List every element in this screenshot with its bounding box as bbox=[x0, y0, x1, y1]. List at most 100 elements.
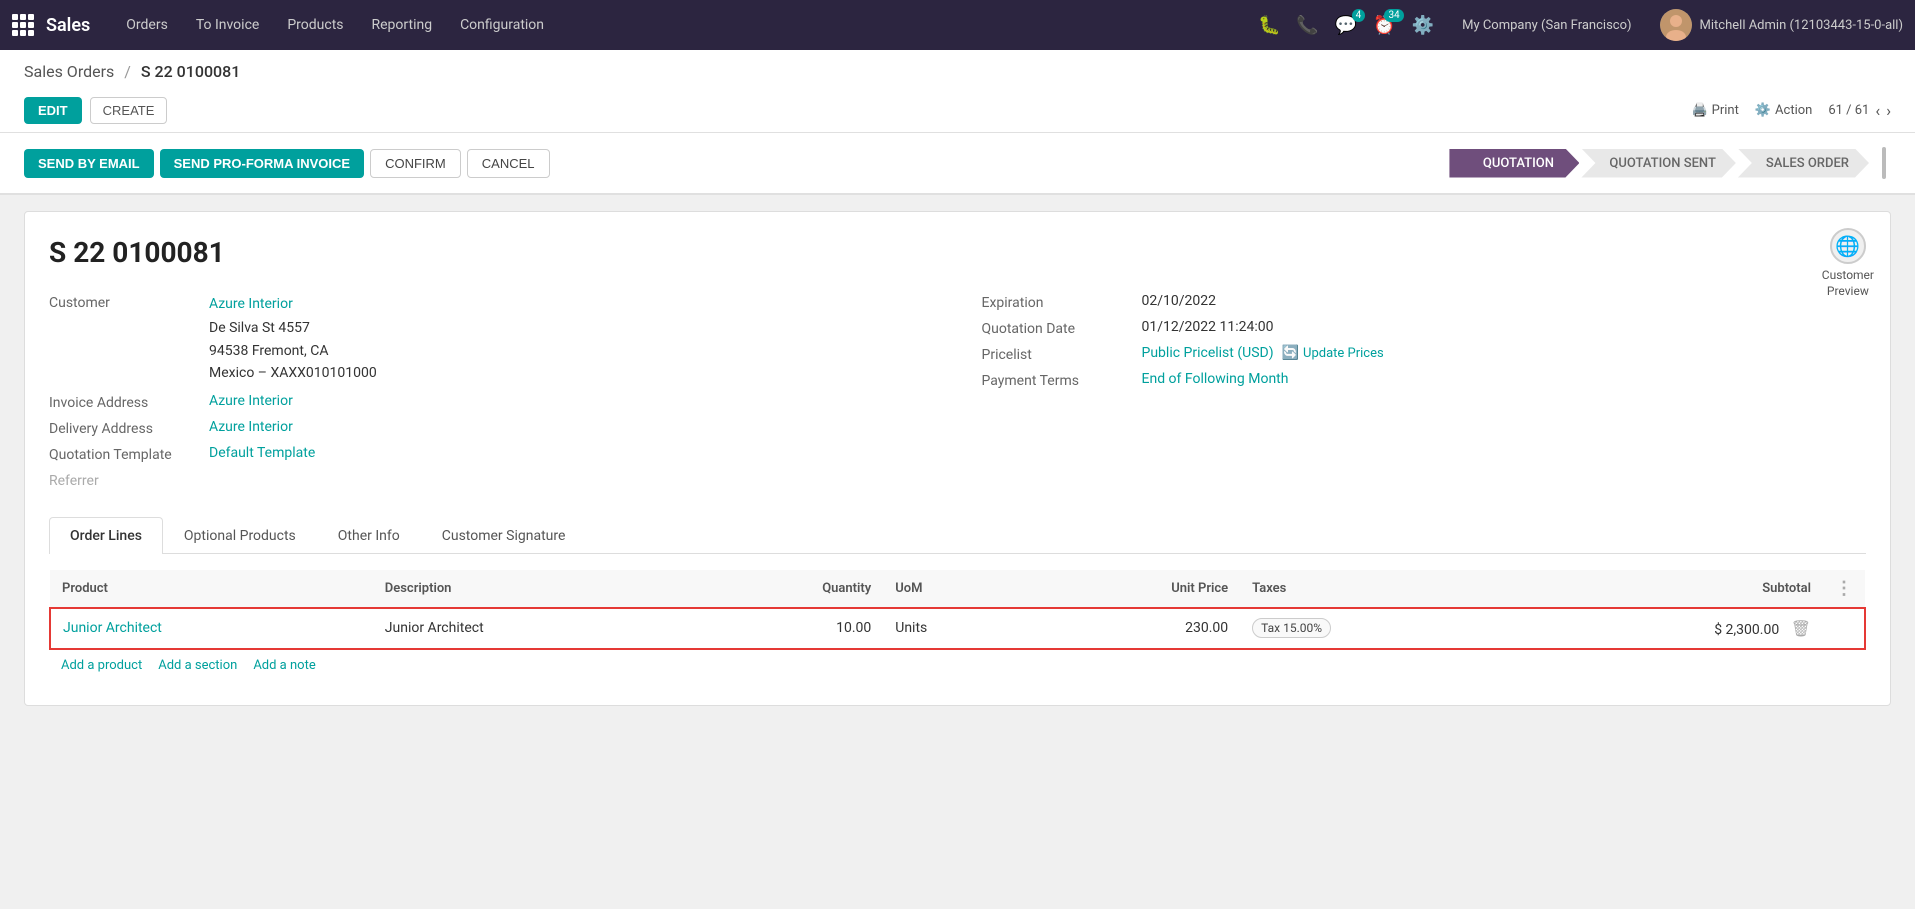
quotation-template-label: Quotation Template bbox=[49, 445, 209, 463]
main-content: 🌐 CustomerPreview S 22 0100081 Customer … bbox=[0, 195, 1915, 722]
document-number: S 22 0100081 bbox=[49, 236, 1866, 269]
col-actions: ⋮ bbox=[1823, 570, 1865, 608]
quotation-template-value[interactable]: Default Template bbox=[209, 445, 315, 461]
nav-orders[interactable]: Orders bbox=[114, 0, 180, 50]
row-description: Junior Architect bbox=[373, 608, 693, 649]
delivery-address-value[interactable]: Azure Interior bbox=[209, 419, 293, 435]
customer-addr3: Mexico – XAXX010101000 bbox=[209, 365, 377, 381]
invoice-address-value[interactable]: Azure Interior bbox=[209, 393, 293, 409]
table-row: Junior Architect Junior Architect 10.00 … bbox=[50, 608, 1865, 649]
update-prices-button[interactable]: 🔄 Update Prices bbox=[1282, 345, 1384, 361]
activity-icon[interactable]: ⏰ 34 bbox=[1373, 15, 1395, 36]
customer-address: Azure Interior De Silva St 4557 94538 Fr… bbox=[209, 293, 377, 385]
app-name[interactable]: Sales bbox=[46, 15, 90, 36]
create-button[interactable]: CREATE bbox=[90, 97, 168, 124]
print-button[interactable]: 🖨️ Print bbox=[1691, 103, 1738, 118]
nav-configuration[interactable]: Configuration bbox=[448, 0, 556, 50]
tab-order-lines[interactable]: Order Lines bbox=[49, 517, 163, 554]
col-subtotal: Subtotal bbox=[1508, 570, 1823, 608]
next-page-arrow[interactable]: › bbox=[1886, 101, 1891, 120]
payment-terms-value[interactable]: End of Following Month bbox=[1142, 371, 1289, 387]
top-navigation: Sales Orders To Invoice Products Reporti… bbox=[0, 0, 1915, 50]
tabs-row: Order Lines Optional Products Other Info… bbox=[49, 517, 1866, 554]
invoice-address-field: Invoice Address Azure Interior bbox=[49, 393, 934, 411]
phone-icon[interactable]: 📞 bbox=[1296, 15, 1318, 36]
preview-globe-icon: 🌐 bbox=[1830, 228, 1866, 264]
pricelist-value[interactable]: Public Pricelist (USD) bbox=[1142, 345, 1274, 361]
customer-name-link[interactable]: Azure Interior bbox=[209, 293, 377, 315]
col-quantity: Quantity bbox=[693, 570, 883, 608]
quotation-template-field: Quotation Template Default Template bbox=[49, 445, 934, 463]
prev-page-arrow[interactable]: ‹ bbox=[1875, 101, 1880, 120]
add-note-link[interactable]: Add a note bbox=[253, 658, 315, 673]
send-pro-forma-button[interactable]: SEND PRO-FORMA INVOICE bbox=[160, 149, 364, 178]
app-grid-icon[interactable] bbox=[12, 14, 34, 36]
cancel-button[interactable]: CANCEL bbox=[467, 149, 550, 178]
debug-icon[interactable]: 🐛 bbox=[1258, 15, 1280, 36]
row-uom: Units bbox=[883, 608, 1029, 649]
breadcrumb-bar: Sales Orders / S 22 0100081 EDIT CREATE … bbox=[0, 50, 1915, 133]
order-lines-table: Product Description Quantity UoM Unit Pr… bbox=[49, 570, 1866, 650]
add-section-link[interactable]: Add a section bbox=[158, 658, 237, 673]
tab-customer-signature[interactable]: Customer Signature bbox=[421, 517, 587, 554]
breadcrumb-parent[interactable]: Sales Orders bbox=[24, 62, 114, 81]
send-email-button[interactable]: SEND BY EMAIL bbox=[24, 149, 154, 178]
chat-icon[interactable]: 💬 4 bbox=[1335, 15, 1357, 36]
row-quantity: 10.00 bbox=[693, 608, 883, 649]
column-menu-icon[interactable]: ⋮ bbox=[1835, 578, 1853, 599]
row-actions bbox=[1823, 608, 1865, 649]
pricelist-field: Pricelist Public Pricelist (USD) 🔄 Updat… bbox=[982, 345, 1867, 363]
form-grid: Customer Azure Interior De Silva St 4557… bbox=[49, 293, 1866, 497]
delivery-address-label: Delivery Address bbox=[49, 419, 209, 437]
quotation-date-field: Quotation Date 01/12/2022 11:24:00 bbox=[982, 319, 1867, 337]
form-right: Expiration 02/10/2022 Quotation Date 01/… bbox=[982, 293, 1867, 497]
nav-reporting[interactable]: Reporting bbox=[360, 0, 445, 50]
product-link[interactable]: Junior Architect bbox=[63, 620, 162, 636]
user-menu[interactable]: Mitchell Admin (12103443-15-0-all) bbox=[1660, 9, 1903, 41]
customer-field: Customer Azure Interior De Silva St 4557… bbox=[49, 293, 934, 385]
company-name[interactable]: My Company (San Francisco) bbox=[1450, 18, 1643, 33]
payment-terms-field: Payment Terms End of Following Month bbox=[982, 371, 1867, 389]
customer-addr1: De Silva St 4557 bbox=[209, 320, 310, 336]
user-name: Mitchell Admin (12103443-15-0-all) bbox=[1700, 18, 1903, 33]
col-unit-price: Unit Price bbox=[1029, 570, 1240, 608]
add-product-link[interactable]: Add a product bbox=[61, 658, 142, 673]
row-taxes: Tax 15.00% bbox=[1240, 608, 1508, 649]
settings-icon[interactable]: ⚙️ bbox=[1412, 15, 1434, 36]
tab-other-info[interactable]: Other Info bbox=[317, 517, 421, 554]
row-unit-price: 230.00 bbox=[1029, 608, 1240, 649]
row-product: Junior Architect bbox=[50, 608, 373, 649]
confirm-button[interactable]: CONFIRM bbox=[370, 149, 461, 178]
status-pipeline: QUOTATION QUOTATION SENT SALES ORDER bbox=[1449, 149, 1871, 178]
delete-row-icon[interactable]: 🗑 bbox=[1791, 619, 1811, 638]
nav-products[interactable]: Products bbox=[275, 0, 355, 50]
customer-preview-label: CustomerPreview bbox=[1822, 268, 1874, 299]
pricelist-label: Pricelist bbox=[982, 345, 1142, 363]
payment-terms-label: Payment Terms bbox=[982, 371, 1142, 389]
status-step-sales-order[interactable]: SALES ORDER bbox=[1738, 149, 1869, 178]
action-button[interactable]: ⚙️ Action bbox=[1755, 103, 1812, 118]
document-card: 🌐 CustomerPreview S 22 0100081 Customer … bbox=[24, 211, 1891, 706]
nav-to-invoice[interactable]: To Invoice bbox=[184, 0, 272, 50]
delivery-address-field: Delivery Address Azure Interior bbox=[49, 419, 934, 437]
refresh-icon: 🔄 bbox=[1282, 345, 1299, 361]
pagination: 61 / 61 ‹ › bbox=[1828, 101, 1891, 120]
expiration-value: 02/10/2022 bbox=[1142, 293, 1217, 309]
status-step-quotation-sent[interactable]: QUOTATION SENT bbox=[1581, 149, 1735, 178]
status-step-quotation[interactable]: QUOTATION bbox=[1449, 149, 1579, 178]
quotation-date-value: 01/12/2022 11:24:00 bbox=[1142, 319, 1274, 335]
quotation-date-label: Quotation Date bbox=[982, 319, 1142, 337]
col-taxes: Taxes bbox=[1240, 570, 1508, 608]
action-bar: EDIT CREATE 🖨️ Print ⚙️ Action 61 / 61 ‹… bbox=[24, 89, 1891, 132]
col-description: Description bbox=[373, 570, 693, 608]
customer-label: Customer bbox=[49, 293, 209, 311]
edit-button[interactable]: EDIT bbox=[24, 97, 82, 124]
user-avatar bbox=[1660, 9, 1692, 41]
row-subtotal: $ 2,300.00 🗑 bbox=[1508, 608, 1823, 649]
referrer-label: Referrer bbox=[49, 471, 209, 489]
customer-preview-button[interactable]: 🌐 CustomerPreview bbox=[1822, 228, 1874, 299]
tab-optional-products[interactable]: Optional Products bbox=[163, 517, 317, 554]
chat-badge: 4 bbox=[1352, 9, 1366, 22]
tax-badge: Tax 15.00% bbox=[1252, 618, 1331, 638]
invoice-address-label: Invoice Address bbox=[49, 393, 209, 411]
